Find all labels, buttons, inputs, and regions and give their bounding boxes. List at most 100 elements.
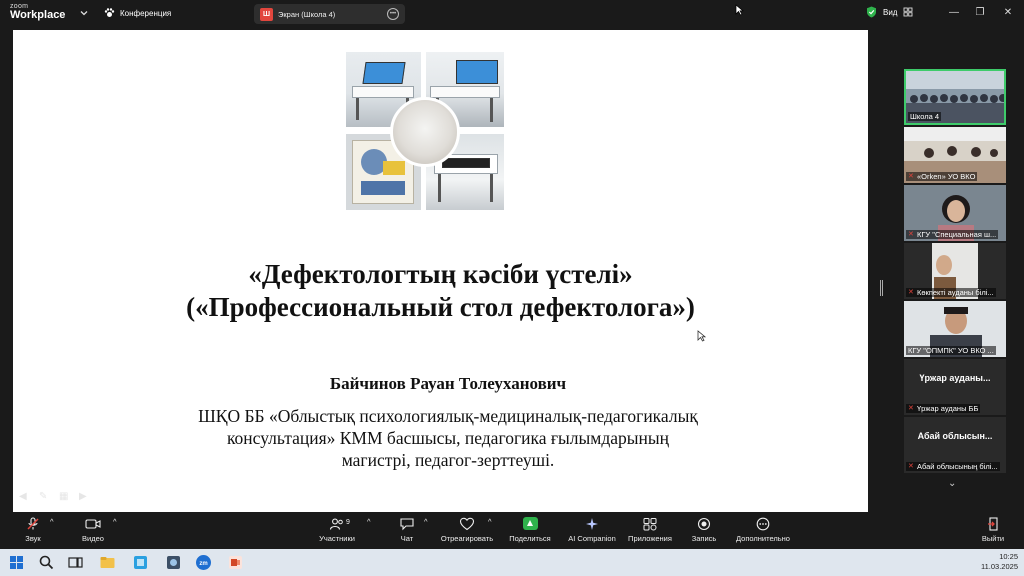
meeting-info-button[interactable]: Конференция (104, 8, 171, 18)
participant-tile[interactable]: Школа 4 (904, 69, 1006, 125)
participant-name: ✕ Үржар ауданы ББ (906, 404, 981, 413)
task-view-icon[interactable] (67, 554, 84, 571)
slide-desc-line3: магистрі, педагог-зерттеуші. (341, 450, 555, 470)
ai-companion-button[interactable]: AI Companion (566, 517, 618, 543)
more-button[interactable]: Дополнительно (734, 517, 792, 543)
audio-button[interactable]: Звук (22, 517, 44, 543)
mic-muted-icon: ✕ (908, 289, 914, 296)
record-button[interactable]: Запись (690, 517, 718, 543)
mic-muted-icon: ✕ (908, 173, 914, 180)
slide-title: «Дефектологтың кәсіби үстелі» («Професси… (13, 258, 868, 324)
title-bar: zoom Workplace Конференция Ш Экран (Школ… (0, 0, 1024, 28)
logo-bottom: Workplace (10, 9, 66, 21)
video-camera-icon (85, 519, 101, 529)
zoom-window: zoom Workplace Конференция Ш Экран (Школ… (0, 0, 1024, 549)
video-label: Видео (82, 534, 104, 543)
share-screen-button[interactable]: Поделиться (508, 517, 552, 543)
system-clock[interactable]: 10:25 11.03.2025 (981, 552, 1018, 572)
audio-options-caret[interactable]: ^ (50, 517, 54, 526)
participant-name-text: Көкпекті ауданы білі... (917, 288, 994, 297)
participant-tile[interactable]: ✕ КГУ "Специальная ш... (904, 185, 1006, 241)
search-icon[interactable] (38, 554, 55, 571)
participants-button[interactable]: Участники (315, 517, 359, 543)
windows-start-icon[interactable] (8, 554, 25, 571)
chat-options-caret[interactable]: ^ (424, 517, 428, 526)
close-icon[interactable]: ✕ (1002, 7, 1014, 19)
windows-taskbar: zm 10:25 11.03.2025 (0, 549, 1024, 576)
record-label: Запись (691, 534, 717, 543)
prev-slide-icon[interactable]: ◀ (19, 492, 31, 502)
app-icon[interactable] (165, 554, 182, 571)
more-dots-icon (756, 517, 770, 531)
participant-display-name: Абай облысын... (917, 431, 993, 441)
more-options-icon[interactable]: ••• (387, 8, 399, 20)
video-options-caret[interactable]: ^ (113, 517, 117, 526)
zoom-logo: zoom Workplace (10, 3, 65, 21)
presenter-cursor-icon (697, 330, 706, 342)
meeting-toolbar: Звук ^ Видео ^ Участники 9 ^ Чат ^ Отреа… (0, 513, 1024, 549)
next-slide-icon[interactable]: ▶ (79, 492, 91, 502)
participant-name-text: Үржар ауданы ББ (917, 404, 979, 413)
screen-share-title: Экран (Школа 4) (278, 9, 336, 19)
slide-title-line1: «Дефектологтың кәсіби үстелі» (248, 259, 633, 289)
participants-options-caret[interactable]: ^ (367, 517, 371, 526)
participant-name: Школа 4 (908, 112, 942, 121)
slides-grid-icon[interactable]: ▦ (59, 492, 71, 502)
slide-title-line2: («Профессиональный стол дефектолога») (186, 292, 695, 322)
clock-time: 10:25 (999, 552, 1018, 561)
clock-date: 11.03.2025 (981, 562, 1018, 571)
react-options-caret[interactable]: ^ (488, 517, 492, 526)
leave-door-icon (988, 517, 998, 531)
participant-tile[interactable]: ✕ Көкпекті ауданы білі... (904, 243, 1006, 299)
people-icon (329, 518, 343, 530)
shield-check-icon[interactable] (866, 6, 877, 18)
panel-splitter-handle[interactable] (880, 280, 883, 296)
participant-name: ✕ КГУ "Специальная ш... (906, 230, 999, 239)
participant-name: КГУ "ОПМПК" УО ВКО ... (906, 346, 996, 355)
meeting-label: Конференция (120, 8, 172, 18)
participant-name: ✕ Көкпекті ауданы білі... (906, 288, 996, 297)
participants-label: Участники (319, 534, 355, 543)
leave-button[interactable]: Выйти (980, 517, 1006, 543)
view-button[interactable]: Вид (883, 8, 897, 17)
participant-name: ✕ Абай облысының білі... (906, 462, 1000, 471)
shared-slide: «Дефектологтың кәсіби үстелі» («Професси… (13, 30, 868, 512)
participant-display-name: Үржар ауданы... (919, 373, 991, 383)
apps-button[interactable]: Приложения (626, 517, 674, 543)
paw-icon (104, 8, 115, 17)
slide-nav-controls[interactable]: ◀ ✎ ▦ ▶ (19, 492, 91, 502)
participant-tile[interactable]: ✕ «Orken» УО ВКО (904, 127, 1006, 183)
mic-muted-icon: ✕ (908, 231, 914, 238)
participants-count: 9 (346, 519, 350, 526)
view-grid-icon[interactable] (903, 7, 913, 17)
chevron-down-icon[interactable] (78, 7, 90, 19)
chat-label: Чат (400, 534, 414, 543)
screen-share-pill[interactable]: Ш Экран (Школа 4) ••• (254, 4, 405, 24)
slide-author: Байчинов Рауан Толеуханович (329, 374, 567, 393)
audio-label: Звук (25, 534, 41, 543)
zoom-app-icon[interactable]: zm (195, 554, 212, 571)
participant-tile[interactable]: КГУ "ОПМПК" УО ВКО ... (904, 301, 1006, 357)
apps-label: Приложения (628, 534, 672, 543)
share-arrow-icon (522, 517, 538, 530)
react-button[interactable]: Отреагировать (440, 517, 494, 543)
video-button[interactable]: Видео (80, 517, 106, 543)
heart-icon (459, 517, 475, 531)
chat-button[interactable]: Чат (397, 517, 417, 543)
record-icon (697, 517, 711, 531)
share-label: Поделиться (509, 534, 551, 543)
slide-photo-collage (346, 52, 504, 210)
pen-icon[interactable]: ✎ (39, 492, 51, 502)
mic-off-icon (27, 517, 39, 530)
participant-name-text: КГУ "Специальная ш... (917, 230, 997, 239)
participant-tile[interactable]: Үржар ауданы... ✕ Үржар ауданы ББ (904, 359, 1006, 415)
gallery-scroll-down-icon[interactable]: ⌄ (948, 478, 962, 489)
slide-desc-line2: консультация» КММ басшысы, педагогика ғы… (226, 428, 670, 448)
participant-tile[interactable]: Абай облысын... ✕ Абай облысының білі... (904, 417, 1006, 473)
leave-label: Выйти (981, 534, 1005, 543)
app-icon[interactable] (132, 554, 149, 571)
minimize-icon[interactable]: — (948, 7, 960, 19)
file-explorer-icon[interactable] (99, 554, 116, 571)
powerpoint-icon[interactable] (227, 554, 244, 571)
restore-icon[interactable]: ❐ (974, 7, 986, 19)
